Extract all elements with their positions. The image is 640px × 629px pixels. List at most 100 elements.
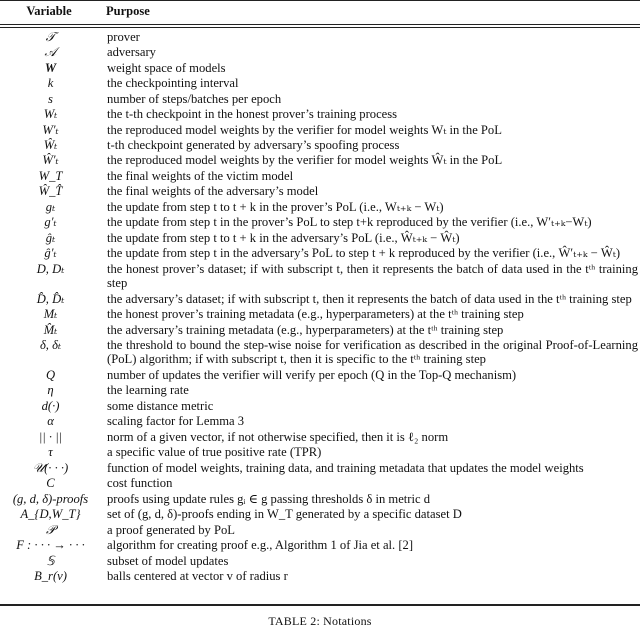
table-row: s number of steps/batches per epoch: [0, 91, 640, 106]
variable-cell: A_{D,W_T}: [20, 507, 81, 522]
variable-cell: (g, d, δ)-proofs: [12, 491, 89, 506]
table-caption: TABLE 2: Notations: [268, 614, 372, 628]
header-rule-1: [0, 24, 640, 25]
variable-cell: 𝒜: [44, 45, 57, 60]
bottom-rule: [0, 604, 640, 606]
notation-table: 𝒯prover 𝒜adversary Wweight space of models…: [0, 29, 640, 584]
table-row: Wₜ the t-th checkpoint in the honest prov…: [0, 106, 640, 121]
variable-cell: Ŵₜ: [43, 137, 58, 152]
purpose-cell: the update from step t in the prover’s P…: [107, 215, 592, 230]
table-row: Wweight space of models: [0, 60, 640, 75]
purpose-cell: the checkpointing interval: [107, 76, 239, 91]
table-row: B_r(v) balls centered at vector v of radi…: [0, 569, 640, 584]
purpose-cell: the t-th checkpoint in the honest prover…: [107, 107, 398, 122]
table-row: k the checkpointing interval: [0, 75, 640, 90]
purpose-cell: a proof generated by PoL: [107, 522, 235, 537]
table-row: Mₜ the honest prover’s training metadata …: [0, 307, 640, 322]
variable-cell: τ: [48, 445, 53, 460]
purpose-cell: number of updates the verifier will veri…: [107, 367, 517, 382]
purpose-cell: subset of model updates: [107, 553, 229, 568]
purpose-cell: proofs using update rules gᵢ ∈ g passing…: [107, 491, 431, 506]
variable-cell: 𝒰(· · ·): [32, 460, 69, 475]
purpose-cell: function of model weights, training data…: [107, 460, 584, 475]
variable-cell: 𝒫: [45, 522, 56, 537]
table-row: 𝒯prover: [0, 29, 640, 44]
purpose-cell: the update from step t to t + k in the p…: [107, 199, 444, 214]
table-row: Ŵ_T̂ the final weights of the adversary’s…: [0, 184, 640, 199]
purpose-cell: t-th checkpoint generated by adversary’s…: [107, 137, 400, 152]
table-row: η the learning rate: [0, 383, 640, 398]
purpose-cell: balls centered at vector v of radius r: [107, 569, 288, 584]
purpose-cell: the threshold to bound the step-wise noi…: [107, 338, 638, 367]
purpose-cell: the adversary’s dataset; if with subscri…: [107, 291, 632, 306]
purpose-cell: weight space of models: [107, 60, 226, 75]
variable-cell: gₜ: [45, 199, 56, 214]
purpose-cell: the honest prover’s dataset; if with sub…: [107, 261, 638, 291]
table-row: (g, d, δ)-proofs proofs using update rule…: [0, 491, 640, 506]
variable-cell: η: [47, 383, 54, 398]
table-row: W_T the final weights of the victim model: [0, 168, 640, 183]
variable-cell: B_r(v): [34, 569, 67, 584]
purpose-cell: set of (g, d, δ)-proofs ending in W_T ge…: [107, 507, 462, 522]
table-row: g′ₜ the update from step t in the prover’…: [0, 215, 640, 230]
variable-cell: α: [47, 414, 54, 429]
variable-cell: 𝒯: [45, 29, 56, 44]
variable-cell: k: [47, 76, 54, 91]
variable-cell: Wₜ: [43, 107, 58, 122]
table-row: 𝒰(· · ·) function of model weights, train…: [0, 460, 640, 475]
table-row: M̂ₜ the adversary’s training metadata (e.…: [0, 322, 640, 337]
header-purpose: Purpose: [106, 4, 150, 18]
table-row: 𝕊subset of model updates: [0, 553, 640, 568]
variable-cell: g′ₜ: [44, 215, 57, 230]
purpose-cell: adversary: [107, 45, 156, 60]
purpose-cell: cost function: [107, 476, 173, 491]
variable-cell: W_T: [38, 168, 63, 183]
variable-cell: F : · · · → · · ·: [16, 538, 85, 553]
table-row: 𝒜adversary: [0, 44, 640, 59]
purpose-cell: the adversary’s training metadata (e.g.,…: [107, 322, 504, 337]
purpose-cell: the final weights of the victim model: [107, 168, 294, 183]
variable-cell: s: [48, 91, 53, 106]
variable-cell: 𝕊: [46, 553, 55, 568]
variable-cell: ĝₜ: [45, 230, 56, 245]
purpose-cell: some distance metric: [107, 398, 214, 413]
variable-cell: || · ||: [38, 429, 63, 444]
variable-cell: C: [46, 476, 55, 491]
table-row: Qnumber of updates the verifier will ver…: [0, 367, 640, 382]
table-row: d(·) some distance metric: [0, 398, 640, 413]
header-rule-2: [0, 27, 640, 28]
table-row: Ŵ′ₜ the reproduced model weights by the v…: [0, 153, 640, 168]
header-variable: Variable: [26, 4, 72, 18]
purpose-cell: the reproduced model weights by the veri…: [107, 153, 503, 168]
table-row: ĝₜ the update from step t to t + k in the…: [0, 230, 640, 245]
table-row: gₜ the update from step t to t + k in the…: [0, 199, 640, 214]
purpose-cell: the reproduced model weights by the veri…: [107, 122, 502, 137]
purpose-cell: algorithm for creating proof e.g., Algor…: [107, 538, 414, 553]
purpose-cell: prover: [107, 29, 140, 44]
purpose-cell: norm of a given vector, if not otherwise…: [107, 429, 449, 444]
variable-cell: Ŵ′ₜ: [42, 153, 59, 168]
table-row: Ccost function: [0, 476, 640, 491]
variable-cell: Q: [45, 367, 56, 382]
variable-cell: d(·): [41, 398, 60, 413]
table-row: Ŵₜ t-th checkpoint generated by adversary…: [0, 137, 640, 152]
table-row: δ, δₜ the threshold to bound the step-wis…: [0, 338, 640, 368]
variable-cell: M̂ₜ: [43, 322, 58, 337]
purpose-cell: the honest prover’s training metadata (e…: [107, 307, 524, 322]
table-row: || · || norm of a given vector, if not ot…: [0, 429, 640, 444]
purpose-cell: number of steps/batches per epoch: [107, 91, 282, 106]
variable-cell: Mₜ: [43, 307, 58, 322]
variable-cell: D, Dₜ: [36, 261, 65, 276]
variable-cell: Ŵ_T̂: [38, 184, 63, 199]
table-row: ĝ′ₜ the update from step t in the adversa…: [0, 246, 640, 261]
notation-table-body: 𝒯prover 𝒜adversary Wweight space of models…: [0, 29, 640, 584]
purpose-cell: the learning rate: [107, 383, 189, 398]
variable-cell: δ, δₜ: [39, 338, 62, 353]
table-row: W′ₜ the reproduced model weights by the v…: [0, 122, 640, 137]
table-row: D̂, D̂ₜ the adversary’s dataset; if with …: [0, 291, 640, 306]
purpose-cell: scaling factor for Lemma 3: [107, 414, 245, 429]
purpose-cell: the update from step t in the adversary’…: [107, 246, 621, 261]
variable-cell: W′ₜ: [42, 122, 59, 137]
top-rule: [0, 0, 640, 1]
purpose-cell: the final weights of the adversary’s mod…: [107, 184, 319, 199]
